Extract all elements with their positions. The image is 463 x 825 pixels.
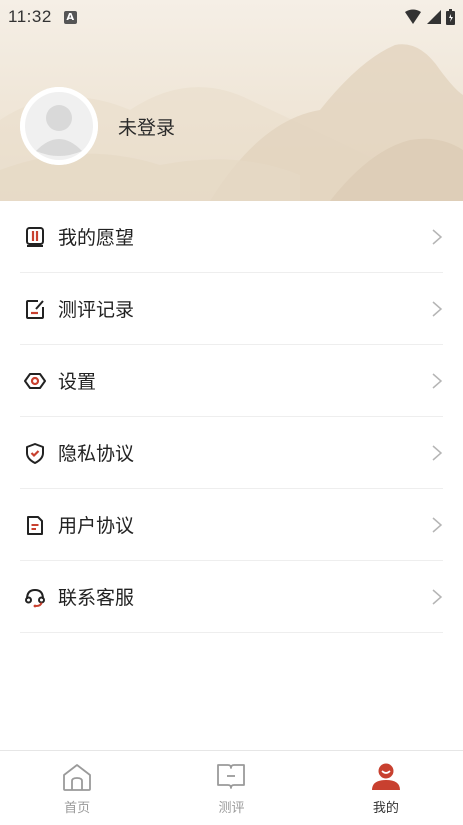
chevron-right-icon	[432, 588, 443, 605]
wish-book-icon	[24, 226, 46, 248]
privacy-shield-icon	[24, 442, 46, 464]
tab-label: 测评	[218, 801, 245, 816]
menu-item-contact-support[interactable]: 联系客服	[20, 561, 443, 633]
person-icon	[371, 763, 400, 790]
chevron-right-icon	[432, 372, 443, 389]
menu-item-label: 设置	[58, 371, 97, 393]
status-time: 11:32	[8, 7, 52, 26]
avatar[interactable]	[20, 87, 98, 165]
login-status-label[interactable]: 未登录	[118, 113, 175, 140]
menu-item-label: 我的愿望	[58, 227, 135, 249]
menu-item-label: 用户协议	[58, 515, 135, 537]
chevron-right-icon	[432, 444, 443, 461]
tab-label: 首页	[64, 801, 91, 816]
menu-item-label: 联系客服	[58, 587, 135, 609]
menu-item-user-agreement[interactable]: 用户协议	[20, 489, 443, 561]
home-icon	[63, 764, 92, 791]
menu-item-label: 测评记录	[58, 299, 135, 321]
chevron-right-icon	[432, 516, 443, 533]
default-avatar-icon	[20, 87, 98, 165]
record-edit-icon	[24, 298, 46, 320]
headset-icon	[24, 586, 46, 608]
tab-home[interactable]: 首页	[0, 751, 154, 825]
chevron-right-icon	[432, 300, 443, 317]
bottom-tab-bar: 首页 测评 我的	[0, 750, 463, 825]
menu-item-records[interactable]: 测评记录	[20, 273, 443, 345]
tab-label: 我的	[372, 801, 399, 816]
menu-item-privacy[interactable]: 隐私协议	[20, 417, 443, 489]
menu-item-wishes[interactable]: 我的愿望	[20, 201, 443, 273]
tab-assessment[interactable]: 测评	[154, 751, 308, 825]
menu-list: 我的愿望 测评记录 设置 隐私协议 用户协议 联系客服	[0, 201, 463, 633]
book-icon	[217, 764, 246, 789]
battery-icon	[446, 9, 455, 25]
tab-mine[interactable]: 我的	[309, 751, 463, 825]
chevron-right-icon	[432, 228, 443, 245]
settings-hexagon-icon	[24, 370, 46, 392]
status-bar: 11:32 A	[0, 0, 463, 34]
document-icon	[24, 514, 46, 536]
menu-item-label: 隐私协议	[58, 443, 135, 465]
notification-icon: A	[63, 10, 77, 24]
signal-icon	[427, 10, 441, 24]
profile-header: 11:32 A 未登录	[0, 0, 463, 201]
menu-item-settings[interactable]: 设置	[20, 345, 443, 417]
wifi-icon	[405, 9, 421, 24]
